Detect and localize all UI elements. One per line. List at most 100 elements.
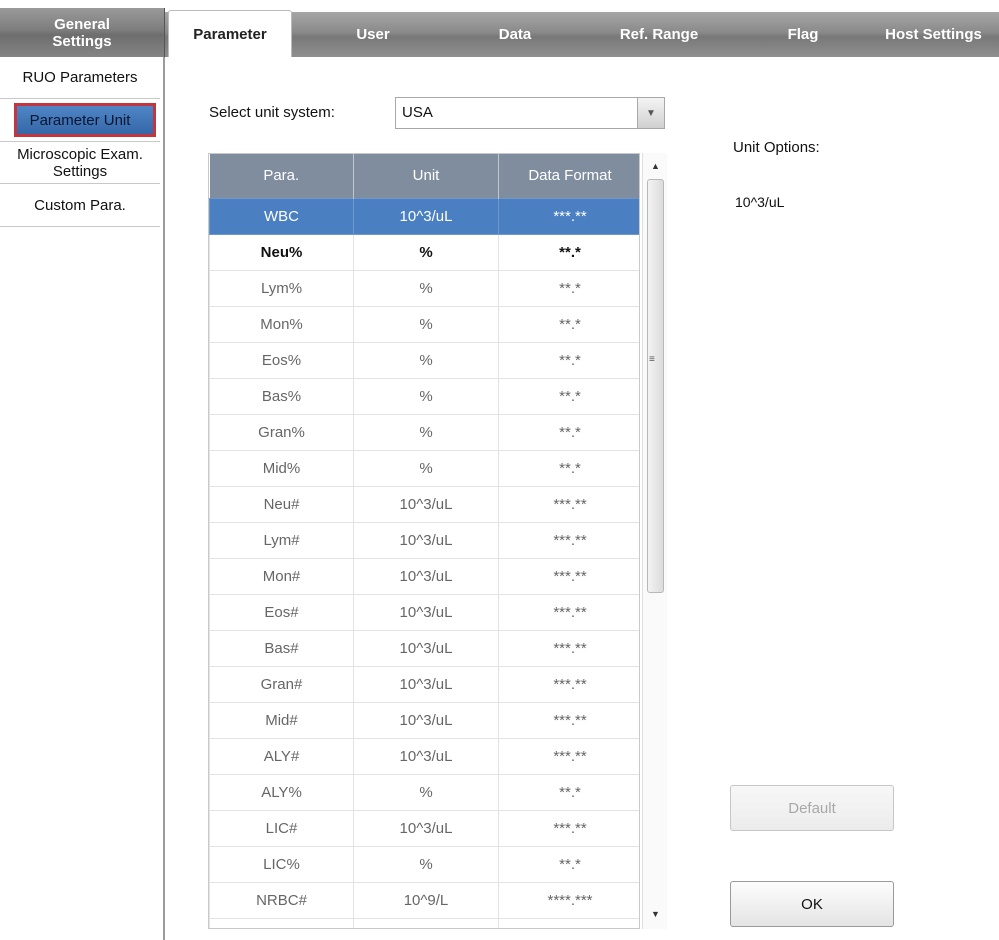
tab-user-label: User xyxy=(356,26,390,43)
cell-para: Bas% xyxy=(209,377,354,415)
cell-para: Neu# xyxy=(209,485,354,523)
cell-data-format: **.* xyxy=(498,845,639,883)
cell-para: ALY# xyxy=(209,737,354,775)
cell-unit: % xyxy=(353,845,499,883)
cell-data-format: **.* xyxy=(498,341,639,379)
cell-para: LIC% xyxy=(209,845,354,883)
cell-para: Gran# xyxy=(209,665,354,703)
cell-para: Eos% xyxy=(209,341,354,379)
grip-icon: ≡ xyxy=(649,354,655,365)
table-row[interactable]: Eos# 10^3/uL ***.** xyxy=(209,593,639,631)
cell-para: Mid% xyxy=(209,449,354,487)
cell-unit: % xyxy=(353,413,499,451)
tab-ref-range-label: Ref. Range xyxy=(619,26,699,43)
cell-unit: 10^3/uL xyxy=(353,737,499,775)
cell-unit: % xyxy=(353,341,499,379)
tab-general-settings-label: General Settings xyxy=(52,15,112,50)
table-row[interactable]: Bas# 10^3/uL ***.** xyxy=(209,629,639,667)
table-row[interactable]: NRBC# 10^9/L ****.*** xyxy=(209,881,639,919)
top-tab-bar: General Settings Parameter User Data Ref… xyxy=(0,0,999,57)
cell-unit: % xyxy=(353,377,499,415)
cell-unit: 10^3/uL xyxy=(353,521,499,559)
default-button[interactable]: Default xyxy=(730,785,894,831)
sidebar-item-label: RUO Parameters xyxy=(22,69,138,86)
ok-button[interactable]: OK xyxy=(730,881,894,927)
cell-data-format: ***.** xyxy=(498,629,639,667)
table-row[interactable]: Mid%% **.* xyxy=(209,449,639,487)
arrow-up-icon[interactable]: ▲ xyxy=(643,155,668,177)
sidebar: RUO Parameters Parameter Unit Microscopi… xyxy=(0,57,165,940)
tab-host-settings[interactable]: Host Settings xyxy=(868,12,999,57)
table-row[interactable]: Bas%% **.* xyxy=(209,377,639,415)
unit-system-value: USA xyxy=(402,104,433,121)
sidebar-item-microscopic-exam-settings[interactable]: Microscopic Exam. Settings xyxy=(0,142,160,184)
tab-ref-range[interactable]: Ref. Range xyxy=(600,12,718,57)
cell-data-format: ***.** xyxy=(498,737,639,775)
tab-host-settings-label: Host Settings xyxy=(885,26,982,43)
cell-data-format: ***.** xyxy=(498,197,639,235)
cell-para: NRBC# xyxy=(209,881,354,919)
cell-para: Mid# xyxy=(209,701,354,739)
table-row[interactable]: Lym# 10^3/uL ***.** xyxy=(209,521,639,559)
tab-parameter[interactable]: Parameter xyxy=(168,10,292,57)
column-header-data-format: Data Format xyxy=(498,154,639,198)
tab-flag-label: Flag xyxy=(787,26,819,43)
table-row[interactable]: Mon# 10^3/uL ***.** xyxy=(209,557,639,595)
tab-data[interactable]: Data xyxy=(470,12,560,57)
table-row[interactable]: LIC# 10^3/uL ***.** xyxy=(209,809,639,847)
cell-data-format: ***.** xyxy=(498,809,639,847)
table-row[interactable]: ALY%% **.* xyxy=(209,773,639,811)
cell-unit: % xyxy=(353,773,499,811)
cell-para: Mon% xyxy=(209,305,354,343)
table-row[interactable]: Lym%% **.* xyxy=(209,269,639,307)
unit-system-label: Select unit system: xyxy=(209,104,335,121)
sidebar-item-parameter-unit[interactable]: Parameter Unit xyxy=(0,99,160,142)
table-row[interactable]: Gran%% **.* xyxy=(209,413,639,451)
cell-para: NRBC% xyxy=(209,917,354,928)
table-row[interactable]: LIC%% **.* xyxy=(209,845,639,883)
unit-options-value[interactable]: 10^3/uL xyxy=(735,194,784,210)
table-row[interactable]: Neu# 10^3/uL ***.** xyxy=(209,485,639,523)
cell-data-format: **.* xyxy=(498,413,639,451)
table-row[interactable]: Mon%% **.* xyxy=(209,305,639,343)
cell-unit: % xyxy=(353,233,499,271)
table-scrollbar[interactable]: ▲ ≡ ▼ xyxy=(642,153,667,929)
cell-para: Eos# xyxy=(209,593,354,631)
cell-para: Lym# xyxy=(209,521,354,559)
cell-data-format: ***.** xyxy=(498,557,639,595)
cell-para: Bas# xyxy=(209,629,354,667)
cell-unit: % xyxy=(353,917,499,928)
cell-para: ALY% xyxy=(209,773,354,811)
arrow-down-icon[interactable]: ▼ xyxy=(643,903,668,925)
sidebar-item-ruo-parameters[interactable]: RUO Parameters xyxy=(0,57,160,99)
table-row[interactable]: Neu%% **.* xyxy=(209,233,639,271)
tab-flag[interactable]: Flag xyxy=(763,12,843,57)
table-row[interactable]: Mid# 10^3/uL ***.** xyxy=(209,701,639,739)
table-row[interactable]: Gran# 10^3/uL ***.** xyxy=(209,665,639,703)
cell-unit: 10^3/uL xyxy=(353,197,499,235)
cell-unit: 10^3/uL xyxy=(353,629,499,667)
tab-general-settings[interactable]: General Settings xyxy=(0,8,165,57)
cell-unit: % xyxy=(353,449,499,487)
tab-data-label: Data xyxy=(498,26,532,43)
table-row[interactable]: NRBC%%***.** xyxy=(209,917,639,928)
cell-data-format: ***.** xyxy=(498,521,639,559)
cell-data-format: **.* xyxy=(498,269,639,307)
cell-data-format: ***.** xyxy=(498,593,639,631)
sidebar-item-label: Microscopic Exam. Settings xyxy=(17,145,143,180)
scrollbar-thumb[interactable] xyxy=(647,179,664,593)
tab-user[interactable]: User xyxy=(333,12,413,57)
cell-unit: 10^3/uL xyxy=(353,485,499,523)
cell-para: Neu% xyxy=(209,233,354,271)
table-row[interactable]: Eos%% **.* xyxy=(209,341,639,379)
cell-unit: % xyxy=(353,305,499,343)
cell-data-format: **.* xyxy=(498,305,639,343)
cell-unit: 10^3/uL xyxy=(353,701,499,739)
unit-system-select[interactable]: USA ▼ xyxy=(395,97,665,129)
chevron-down-icon[interactable]: ▼ xyxy=(637,98,664,128)
sidebar-item-custom-para[interactable]: Custom Para. xyxy=(0,184,160,227)
table-row[interactable]: ALY# 10^3/uL ***.** xyxy=(209,737,639,775)
ok-button-label: OK xyxy=(801,895,823,913)
table-row[interactable]: WBC 10^3/uL ***.** xyxy=(209,197,639,235)
cell-data-format: ****.*** xyxy=(498,881,639,919)
